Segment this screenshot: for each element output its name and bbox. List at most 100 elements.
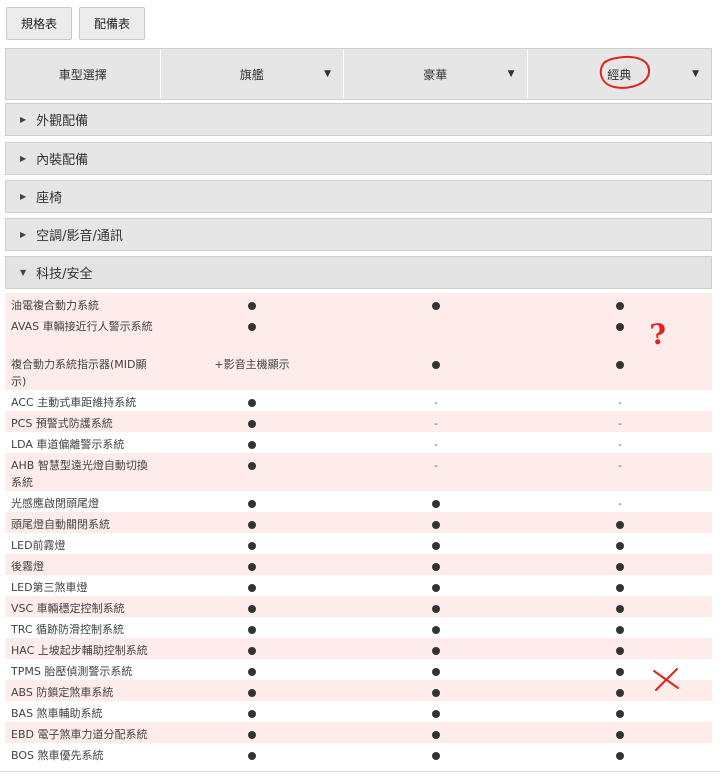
- unavailable-dash: -: [618, 497, 622, 510]
- table-row: ACC 主動式車距維持系統 - -: [5, 390, 712, 411]
- availability-cell: [528, 596, 712, 617]
- feature-name: BOS 煞車優先系統: [11, 749, 104, 762]
- table-row: LED第三煞車燈: [5, 575, 712, 596]
- standard-dot-icon: [432, 521, 440, 529]
- standard-dot-icon: [248, 563, 256, 571]
- standard-dot-icon: [248, 399, 256, 407]
- section-climate-media[interactable]: ▶ 空調/影音/通訊: [5, 218, 712, 251]
- table-row: PCS 預警式防護系統 - -: [5, 411, 712, 432]
- availability-cell: [528, 352, 712, 373]
- tab-spec-sheet[interactable]: 規格表: [6, 7, 73, 40]
- caret-down-icon: ▼: [20, 268, 27, 277]
- standard-dot-icon: [432, 584, 440, 592]
- unavailable-cell: -: [344, 453, 528, 474]
- unavailable-cell: -: [528, 491, 712, 512]
- standard-dot-icon: [432, 605, 440, 613]
- standard-dot-icon: [248, 647, 256, 655]
- chevron-down-icon: ▼: [507, 69, 515, 79]
- availability-cell: [160, 554, 344, 575]
- standard-dot-icon: [432, 752, 440, 760]
- standard-dot-icon: [432, 626, 440, 634]
- unavailable-cell: -: [344, 390, 528, 411]
- standard-dot-icon: [616, 668, 624, 676]
- availability-cell: [160, 453, 344, 474]
- standard-dot-icon: [616, 563, 624, 571]
- table-row: BAS 煞車輔助系統: [5, 701, 712, 722]
- standard-dot-icon: [248, 323, 256, 331]
- availability-cell: [528, 722, 712, 743]
- standard-dot-icon: [248, 500, 256, 508]
- standard-dot-icon: [432, 689, 440, 697]
- feature-name: 複合動力系統指示器(MID顯示): [11, 358, 147, 388]
- unavailable-dash: -: [618, 396, 622, 409]
- section-label: 內裝配備: [36, 153, 89, 168]
- unavailable-dash: -: [434, 459, 438, 472]
- standard-dot-icon: [616, 626, 624, 634]
- availability-cell: [528, 533, 712, 554]
- chevron-down-icon: ▼: [324, 69, 332, 79]
- availability-cell: [160, 512, 344, 533]
- availability-cell: [528, 575, 712, 596]
- standard-dot-icon: [248, 420, 256, 428]
- availability-note: +影音主機顯示: [214, 358, 290, 371]
- availability-cell: [344, 743, 528, 764]
- standard-dot-icon: [616, 710, 624, 718]
- availability-cell: [160, 432, 344, 453]
- table-row: HAC 上坡起步輔助控制系統: [5, 638, 712, 659]
- feature-name: AHB 智慧型遠光燈自動切換系統: [11, 459, 148, 489]
- table-row: 光感應啟閉頭尾燈 -: [5, 491, 712, 512]
- availability-cell: [528, 680, 712, 701]
- table-row: EBD 電子煞車力道分配系統: [5, 722, 712, 743]
- standard-dot-icon: [432, 647, 440, 655]
- unavailable-cell: -: [344, 411, 528, 432]
- availability-cell: [528, 554, 712, 575]
- section-exterior[interactable]: ▶ 外觀配備: [5, 103, 712, 136]
- section-seats[interactable]: ▶ 座椅: [5, 180, 712, 213]
- availability-cell: [160, 680, 344, 701]
- model-select-2[interactable]: 豪華 ▼: [344, 49, 528, 99]
- availability-cell: [344, 352, 528, 373]
- standard-dot-icon: [248, 462, 256, 470]
- availability-cell: [160, 575, 344, 596]
- availability-cell: [160, 411, 344, 432]
- availability-cell: [160, 293, 344, 314]
- table-row: TRC 循跡防滑控制系統: [5, 617, 712, 638]
- table-row: AVAS 車輛接近行人警示系統: [5, 314, 712, 352]
- availability-cell: [344, 533, 528, 554]
- unavailable-cell: -: [528, 390, 712, 411]
- unavailable-dash: -: [618, 459, 622, 472]
- unavailable-cell: -: [528, 411, 712, 432]
- section-label: 座椅: [36, 191, 63, 206]
- standard-dot-icon: [616, 323, 624, 331]
- standard-dot-icon: [248, 752, 256, 760]
- section-interior[interactable]: ▶ 內裝配備: [5, 142, 712, 175]
- standard-dot-icon: [432, 302, 440, 310]
- availability-cell: [344, 575, 528, 596]
- availability-cell: [344, 293, 528, 314]
- standard-dot-icon: [616, 542, 624, 550]
- table-row: 後霧燈: [5, 554, 712, 575]
- model-select-3[interactable]: 經典 ▼: [528, 49, 711, 99]
- standard-dot-icon: [248, 542, 256, 550]
- availability-cell: [160, 659, 344, 680]
- standard-dot-icon: [432, 361, 440, 369]
- availability-cell: [344, 512, 528, 533]
- availability-cell: [160, 390, 344, 411]
- table-row: 頭尾燈自動關閉系統: [5, 512, 712, 533]
- equipment-table: 油電複合動力系統 AVAS 車輛接近行人警示系統複合動力系統指示器(MID顯示) +…: [5, 293, 712, 764]
- availability-cell: [344, 638, 528, 659]
- availability-cell: [528, 314, 712, 335]
- section-tech-safety[interactable]: ▼ 科技/安全: [5, 256, 712, 289]
- standard-dot-icon: [248, 521, 256, 529]
- model-select-1[interactable]: 旗艦 ▼: [161, 49, 345, 99]
- unavailable-dash: -: [434, 396, 438, 409]
- tab-equipment-sheet[interactable]: 配備表: [79, 7, 146, 40]
- standard-dot-icon: [616, 361, 624, 369]
- standard-dot-icon: [432, 668, 440, 676]
- standard-dot-icon: [432, 500, 440, 508]
- availability-cell: [160, 722, 344, 743]
- table-row: BOS 煞車優先系統: [5, 743, 712, 764]
- availability-cell: [528, 743, 712, 764]
- unavailable-cell: -: [344, 432, 528, 453]
- table-row: 油電複合動力系統: [5, 293, 712, 314]
